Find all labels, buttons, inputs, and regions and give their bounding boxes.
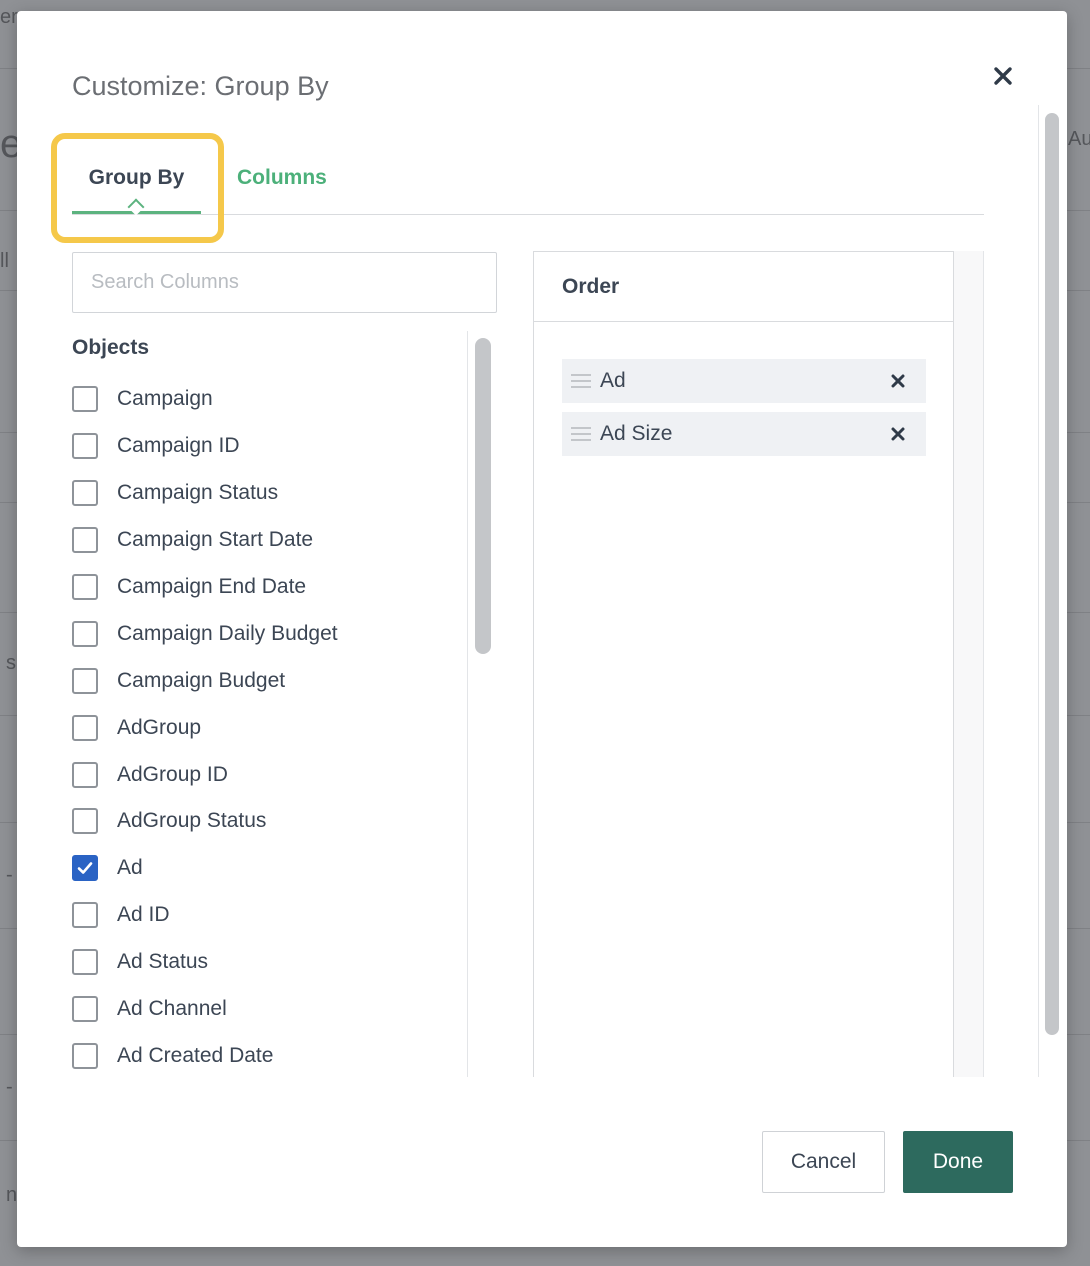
list-item-label: AdGroup bbox=[117, 715, 202, 739]
checkbox[interactable] bbox=[72, 1042, 98, 1069]
checkbox[interactable] bbox=[72, 433, 98, 460]
bg-text: er bbox=[0, 6, 18, 28]
tab-group-by-label: Group By bbox=[88, 166, 185, 189]
tab-bar: Group By Columns bbox=[72, 161, 984, 216]
order-item[interactable]: Ad Size bbox=[562, 412, 926, 456]
list-item[interactable]: Ad ID bbox=[72, 892, 472, 939]
list-item-label: AdGroup Status bbox=[117, 809, 267, 833]
checkbox[interactable] bbox=[72, 667, 98, 694]
checkbox[interactable] bbox=[72, 480, 98, 507]
bg-text: - bbox=[6, 1076, 13, 1098]
search-columns-input[interactable] bbox=[72, 252, 497, 313]
list-item-label: Campaign Start Date bbox=[117, 528, 314, 552]
checkbox[interactable] bbox=[72, 902, 98, 929]
list-item[interactable]: Campaign Budget bbox=[72, 657, 472, 704]
list-item-label: Ad bbox=[117, 856, 143, 880]
list-item-label: Ad Channel bbox=[117, 997, 227, 1021]
bg-text: n bbox=[6, 1184, 18, 1206]
bg-text: s bbox=[6, 652, 16, 674]
remove-icon[interactable] bbox=[888, 424, 908, 444]
list-item[interactable]: Ad Created Date bbox=[72, 1032, 472, 1079]
list-item[interactable]: Campaign Status bbox=[72, 470, 472, 517]
list-item[interactable]: Ad Channel bbox=[72, 986, 472, 1033]
checkbox[interactable] bbox=[72, 574, 98, 600]
bg-text: Au bbox=[1068, 128, 1090, 150]
list-item[interactable]: Campaign Start Date bbox=[72, 517, 472, 564]
drag-handle-icon[interactable] bbox=[571, 427, 591, 441]
list-item-label: Ad ID bbox=[117, 903, 170, 927]
list-item-label: Ad Status bbox=[117, 950, 209, 974]
list-item-label: Campaign ID bbox=[117, 434, 240, 458]
objects-scrollbar-thumb[interactable] bbox=[475, 338, 491, 654]
order-item-label: Ad Size bbox=[600, 422, 673, 445]
done-button[interactable]: Done bbox=[903, 1131, 1013, 1193]
checkmark-icon bbox=[77, 862, 93, 875]
customize-modal: Customize: Group By Group By Columns Obj… bbox=[17, 11, 1067, 1247]
modal-scrollbar-thumb[interactable] bbox=[1045, 113, 1059, 1035]
checkbox[interactable] bbox=[72, 527, 98, 554]
list-item-label: Campaign Status bbox=[117, 481, 279, 505]
list-item-label: Ad Created Date bbox=[117, 1043, 274, 1067]
order-item-label: Ad bbox=[600, 369, 626, 392]
tab-columns[interactable]: Columns bbox=[237, 161, 347, 214]
list-item-label: Campaign Daily Budget bbox=[117, 621, 338, 645]
objects-list: Campaign Campaign ID Campaign Status Cam… bbox=[72, 376, 472, 1079]
objects-scrollbar[interactable] bbox=[467, 331, 497, 1077]
checkbox[interactable] bbox=[72, 996, 98, 1023]
checkbox[interactable] bbox=[72, 386, 98, 413]
remove-icon[interactable] bbox=[888, 371, 908, 391]
modal-scrollbar[interactable] bbox=[1038, 105, 1062, 1077]
tab-columns-label: Columns bbox=[237, 166, 327, 189]
list-item-label: AdGroup ID bbox=[117, 762, 228, 786]
order-item[interactable]: Ad bbox=[562, 359, 926, 403]
list-item-label: Campaign End Date bbox=[117, 575, 307, 598]
checkbox[interactable] bbox=[72, 714, 98, 741]
tab-group-by[interactable]: Group By bbox=[72, 161, 201, 216]
order-panel: Order Ad Ad Size bbox=[533, 251, 954, 1077]
drag-handle-icon[interactable] bbox=[571, 374, 591, 388]
checkbox[interactable] bbox=[72, 761, 98, 788]
list-item[interactable]: AdGroup bbox=[72, 704, 472, 751]
list-item[interactable]: AdGroup Status bbox=[72, 798, 472, 845]
list-item[interactable]: Campaign bbox=[72, 376, 472, 423]
close-icon bbox=[994, 67, 1012, 85]
bg-text: - bbox=[6, 864, 13, 886]
checkbox[interactable] bbox=[72, 620, 98, 647]
checkbox[interactable] bbox=[72, 949, 98, 976]
checkbox[interactable] bbox=[72, 808, 98, 835]
cancel-button[interactable]: Cancel bbox=[762, 1131, 885, 1193]
list-item[interactable]: AdGroup ID bbox=[72, 751, 472, 798]
order-scrollbar[interactable] bbox=[954, 251, 984, 1077]
close-button[interactable] bbox=[988, 61, 1018, 91]
list-item[interactable]: Campaign End Date bbox=[72, 564, 472, 611]
list-item[interactable]: Ad bbox=[72, 845, 472, 892]
list-item[interactable]: Ad Status bbox=[72, 939, 472, 986]
modal-title: Customize: Group By bbox=[72, 71, 329, 101]
checkbox-checked[interactable] bbox=[72, 855, 98, 882]
objects-heading: Objects bbox=[72, 336, 150, 359]
list-item[interactable]: Campaign ID bbox=[72, 423, 472, 470]
list-item[interactable]: Campaign Daily Budget bbox=[72, 610, 472, 657]
list-item-label: Campaign bbox=[117, 387, 213, 411]
bg-text: ll bbox=[0, 250, 9, 272]
order-heading: Order bbox=[534, 252, 953, 322]
list-item-label: Campaign Budget bbox=[117, 668, 286, 692]
